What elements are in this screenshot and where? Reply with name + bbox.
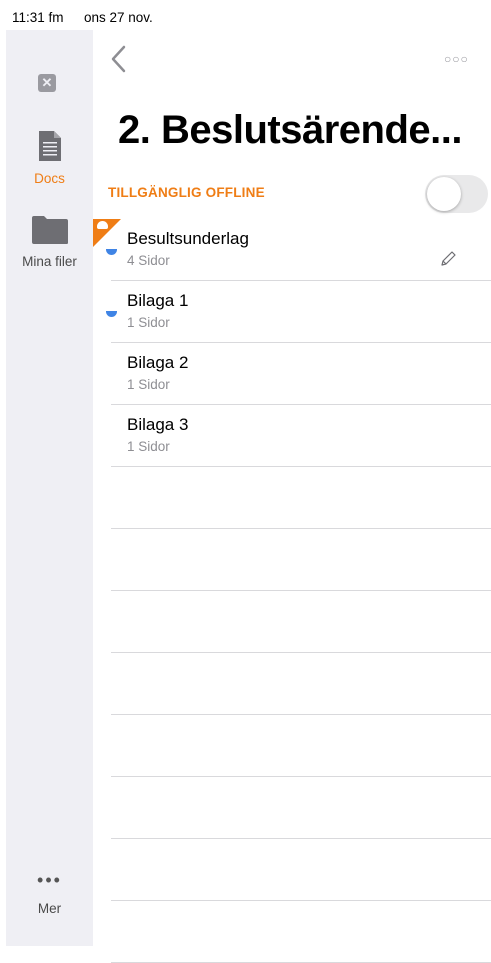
page-title: 2. Beslutsärende... <box>118 108 462 152</box>
sidebar-item-label: Docs <box>34 171 65 186</box>
status-time: 11:31 fm <box>12 10 64 25</box>
sidebar-item-label: Mina filer <box>22 254 77 269</box>
toggle-knob <box>427 177 461 211</box>
close-icon: ✕ <box>41 75 53 90</box>
document-pages: 1 Sidor <box>127 315 170 330</box>
empty-row <box>111 591 491 653</box>
status-bar: 11:31 fm ons 27 nov. <box>0 0 491 30</box>
sidebar-item-more[interactable]: ••• Mer <box>6 870 93 916</box>
ellipsis-icon: ○○○ <box>444 52 469 66</box>
empty-row <box>111 715 491 777</box>
document-list: Besultsunderlag 4 Sidor Bilaga 1 1 Sidor… <box>93 219 491 963</box>
document-pages: 1 Sidor <box>127 377 170 392</box>
document-name: Bilaga 1 <box>127 291 189 310</box>
offline-toggle[interactable] <box>425 175 488 213</box>
empty-row <box>111 839 491 901</box>
document-pages: 1 Sidor <box>127 439 170 454</box>
sidebar-item-docs[interactable]: Docs <box>6 130 93 186</box>
empty-row <box>111 467 491 529</box>
unread-dot <box>106 249 117 255</box>
empty-row <box>111 653 491 715</box>
empty-row <box>111 777 491 839</box>
offline-label: TILLGÄNGLIG OFFLINE <box>108 185 265 200</box>
document-row[interactable]: Bilaga 1 1 Sidor <box>106 281 491 343</box>
sidebar-item-mina-filer[interactable]: Mina filer <box>6 215 93 269</box>
sidebar-item-label: Mer <box>37 901 62 916</box>
cloud-icon <box>97 221 108 229</box>
empty-row <box>111 901 491 963</box>
chevron-left-icon <box>111 45 126 73</box>
unread-dot <box>106 311 117 317</box>
document-name: Bilaga 2 <box>127 353 189 372</box>
document-name: Bilaga 3 <box>127 415 189 434</box>
close-button[interactable]: ✕ <box>38 74 56 92</box>
back-button[interactable] <box>108 44 130 74</box>
pencil-icon[interactable] <box>438 249 458 269</box>
document-name: Besultsunderlag <box>127 229 249 248</box>
more-options-button[interactable]: ○○○ <box>444 52 469 66</box>
folder-icon <box>31 216 68 244</box>
document-pages: 4 Sidor <box>127 253 170 268</box>
sidebar: ✕ Docs Mina filer ••• Mer <box>6 30 93 946</box>
document-row[interactable]: Bilaga 3 1 Sidor <box>111 405 491 467</box>
document-row[interactable]: Besultsunderlag 4 Sidor <box>93 219 491 281</box>
more-dots-icon: ••• <box>37 870 62 890</box>
document-icon <box>38 131 61 161</box>
document-row[interactable]: Bilaga 2 1 Sidor <box>111 343 491 405</box>
status-date: ons 27 nov. <box>84 10 153 25</box>
empty-row <box>111 529 491 591</box>
